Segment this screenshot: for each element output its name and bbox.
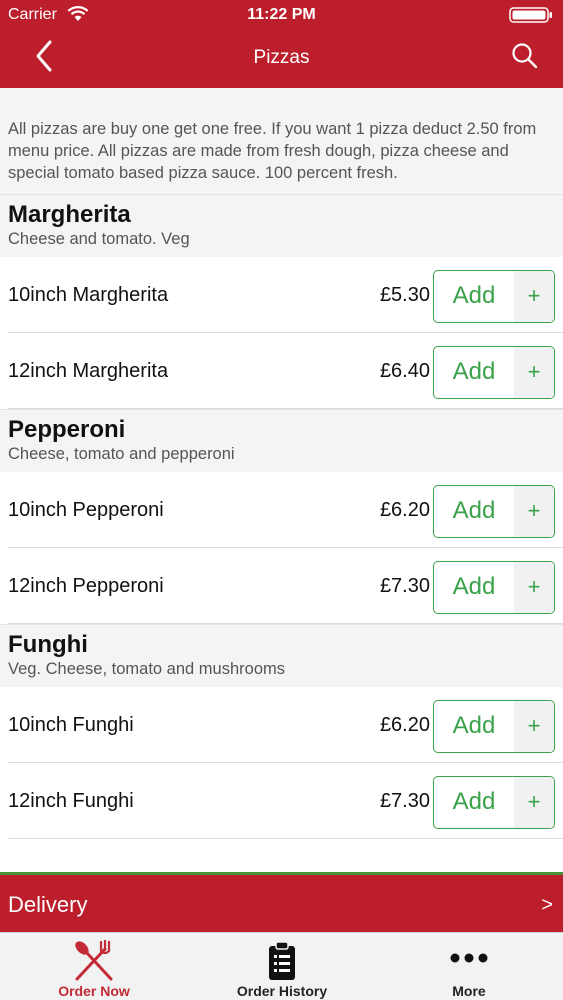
menu-item-row: 10inch Funghi £6.20 Add +	[8, 687, 563, 763]
delivery-label: Delivery	[8, 892, 88, 917]
add-label: Add	[452, 358, 496, 385]
tab-more[interactable]: More	[375, 933, 563, 1000]
plus-icon: +	[514, 562, 554, 613]
fork-knife-icon	[75, 939, 113, 981]
tab-bar: Order Now Order History More	[0, 932, 563, 1000]
section-header: Funghi Veg. Cheese, tomato and mushrooms	[0, 624, 563, 687]
section-description: Cheese and tomato. Veg	[8, 230, 190, 248]
app-header: Carrier 11:22 PM Pizzas	[0, 0, 563, 88]
tab-order-history[interactable]: Order History	[188, 933, 376, 1000]
item-price: £6.40	[379, 360, 430, 382]
add-label: Add	[452, 497, 496, 524]
item-name: 12inch Funghi	[8, 790, 134, 812]
clipboard-icon	[269, 941, 295, 980]
chevron-right-icon: >	[541, 894, 553, 916]
search-button[interactable]	[511, 42, 539, 70]
delivery-bar[interactable]: Delivery >	[0, 872, 563, 932]
item-price: £6.20	[379, 714, 430, 736]
item-price: £7.30	[379, 575, 430, 597]
menu-item-row: 10inch Margherita £5.30 Add +	[8, 257, 563, 333]
add-label: Add	[452, 788, 496, 815]
add-button[interactable]: Add +	[433, 270, 555, 323]
section-description: Cheese, tomato and pepperoni	[8, 445, 235, 463]
menu-item-row: 10inch Pepperoni £6.20 Add +	[8, 472, 563, 548]
section-header: Pepperoni Cheese, tomato and pepperoni	[0, 409, 563, 472]
item-name: 12inch Margherita	[8, 360, 169, 382]
plus-icon: +	[514, 271, 554, 322]
menu-item-row: 12inch Funghi £7.30 Add +	[8, 763, 563, 839]
add-label: Add	[452, 282, 496, 309]
menu-item-row: 12inch Margherita £6.40 Add +	[8, 333, 563, 409]
add-button[interactable]: Add +	[433, 561, 555, 614]
more-dots-icon	[450, 953, 488, 963]
search-icon	[512, 43, 538, 69]
add-button[interactable]: Add +	[433, 776, 555, 829]
tab-label: Order History	[236, 983, 328, 999]
intro-text: All pizzas are buy one get one free. If …	[0, 88, 563, 194]
page-title: Pizzas	[253, 47, 310, 68]
tab-label: Order Now	[58, 983, 130, 999]
status-time: 11:22 PM	[247, 6, 316, 23]
item-price: £5.30	[379, 284, 430, 306]
tab-order-now[interactable]: Order Now	[0, 933, 188, 1000]
plus-icon: +	[514, 777, 554, 828]
item-name: 10inch Pepperoni	[8, 499, 164, 521]
section-description: Veg. Cheese, tomato and mushrooms	[8, 660, 285, 678]
item-price: £6.20	[379, 499, 430, 521]
battery-icon	[509, 7, 552, 23]
section-title: Pepperoni	[8, 416, 126, 443]
section-header: Margherita Cheese and tomato. Veg	[0, 194, 563, 257]
add-label: Add	[452, 712, 496, 739]
add-button[interactable]: Add +	[433, 346, 555, 399]
section-title: Margherita	[8, 201, 131, 228]
plus-icon: +	[514, 486, 554, 537]
item-name: 10inch Margherita	[8, 284, 169, 306]
menu-list[interactable]: All pizzas are buy one get one free. If …	[0, 88, 563, 874]
section-title: Funghi	[8, 631, 88, 658]
status-bar: Carrier 11:22 PM	[0, 0, 563, 30]
menu-item-row: 12inch Pepperoni £7.30 Add +	[8, 548, 563, 624]
item-price: £7.30	[379, 790, 430, 812]
item-name: 10inch Funghi	[8, 714, 134, 736]
tab-label: More	[452, 983, 486, 999]
add-button[interactable]: Add +	[433, 485, 555, 538]
add-label: Add	[452, 573, 496, 600]
item-name: 12inch Pepperoni	[8, 575, 164, 597]
plus-icon: +	[514, 701, 554, 752]
plus-icon: +	[514, 347, 554, 398]
add-button[interactable]: Add +	[433, 700, 555, 753]
